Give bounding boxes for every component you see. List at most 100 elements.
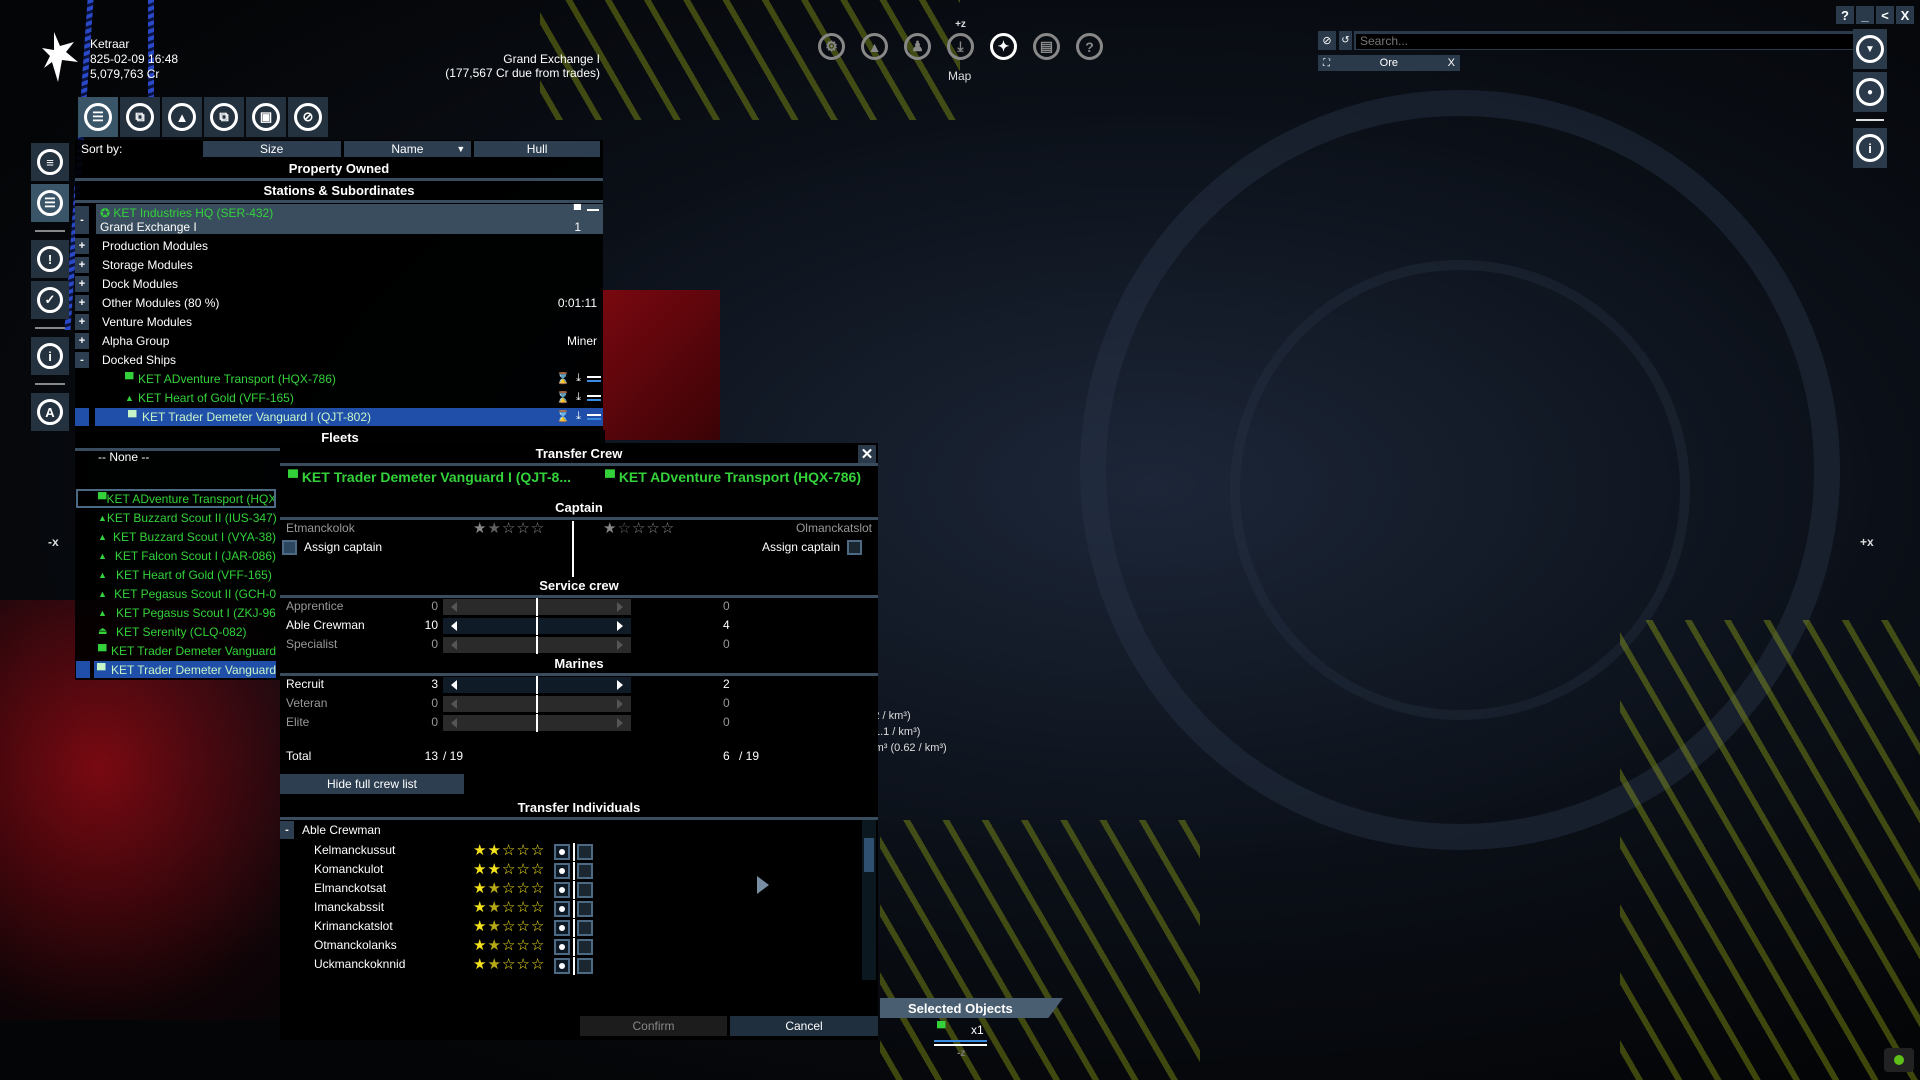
tab-property-owned[interactable]: ☰	[78, 97, 118, 137]
radio-left[interactable]	[554, 958, 570, 974]
reset-filter-button[interactable]: ↺	[1339, 31, 1352, 50]
fleet-ship-row[interactable]: ▀KET ADventure Transport (HQX-786)	[76, 489, 276, 508]
group-row[interactable]: + Dock Modules	[75, 274, 603, 293]
docked-ship-row[interactable]: ▲ KET Heart of Gold (VFF-165) ⌛ ⤓	[75, 388, 603, 407]
close-dialog-button[interactable]: ✕	[858, 445, 876, 463]
fleet-ship-row[interactable]: ▀ KET Trader Demeter Vanguard	[76, 641, 276, 660]
docked-ship-row-selected[interactable]: ▀ KET Trader Demeter Vanguard I (QJT-802…	[75, 407, 603, 426]
group-row[interactable]: + Venture Modules	[75, 312, 603, 331]
top-menu-gear[interactable]: ⚙	[818, 33, 845, 60]
crew-slider[interactable]	[443, 695, 631, 713]
close-button[interactable]: X	[1896, 6, 1914, 24]
group-row[interactable]: + Other Modules (80 %) 0:01:11	[75, 293, 603, 312]
crew-slider[interactable]	[443, 617, 631, 635]
crew-group-row[interactable]: - Able Crewman	[280, 821, 878, 839]
sidebar-property-button[interactable]: ☰	[31, 184, 69, 222]
tab-satellites[interactable]: ⊘	[288, 97, 328, 137]
crew-individual-row[interactable]: Elmanckotsat ★★☆☆☆	[280, 880, 860, 900]
top-menu-player[interactable]: ♟	[904, 33, 931, 60]
crew-individual-row[interactable]: Uckmanckoknnid ★★☆☆☆	[280, 956, 860, 976]
expand-toggle[interactable]: +	[75, 237, 89, 254]
fleet-ship-row[interactable]: ▲ KET Heart of Gold (VFF-165)	[76, 565, 276, 584]
radio-right[interactable]	[577, 844, 593, 860]
group-row[interactable]: + Alpha Group Miner	[75, 331, 603, 350]
radio-right[interactable]	[577, 939, 593, 955]
info-button[interactable]: i	[1853, 128, 1887, 168]
assign-captain-right-checkbox[interactable]	[847, 540, 862, 555]
radio-left[interactable]	[554, 882, 570, 898]
radio-right[interactable]	[577, 882, 593, 898]
radio-right[interactable]	[577, 863, 593, 879]
status-indicator[interactable]	[1884, 1048, 1914, 1072]
group-row[interactable]: - Docked Ships	[75, 350, 603, 369]
group-row[interactable]: + Storage Modules	[75, 255, 603, 274]
minimize-button[interactable]: _	[1856, 6, 1874, 24]
radio-left[interactable]	[554, 901, 570, 917]
collapse-toggle[interactable]: -	[75, 206, 89, 234]
sidebar-plot-button[interactable]: A	[31, 393, 69, 431]
top-menu-dock[interactable]: ⤓ +z	[947, 19, 974, 60]
crew-individual-row[interactable]: Krimanckatslot ★★☆☆☆	[280, 918, 860, 938]
radio-right[interactable]	[577, 901, 593, 917]
tab-hierarchy[interactable]: ⧉	[120, 97, 160, 137]
radio-right[interactable]	[577, 920, 593, 936]
help-button[interactable]: ?	[1836, 6, 1854, 24]
scrollbar-thumb[interactable]	[864, 838, 874, 872]
assign-captain-left-checkbox[interactable]	[282, 540, 297, 555]
fleet-ship-row[interactable]: ▲ KET Buzzard Scout II (IUS-347)	[76, 508, 276, 527]
crew-list-scrollbar[interactable]	[862, 820, 876, 980]
confirm-button[interactable]: Confirm	[580, 1016, 727, 1036]
radio-left[interactable]	[554, 920, 570, 936]
search-input[interactable]	[1356, 33, 1874, 49]
top-menu-research[interactable]: ▲	[861, 33, 888, 60]
back-button[interactable]: <	[1876, 6, 1894, 24]
crew-slider[interactable]	[443, 636, 631, 654]
fleet-ship-row[interactable]: ▲ KET Pegasus Scout II (GCH-0	[76, 584, 276, 603]
radio-left[interactable]	[554, 939, 570, 955]
hide-objects-button[interactable]: ⊘	[1318, 31, 1336, 50]
sort-hull-button[interactable]: Hull	[474, 141, 600, 157]
radio-left[interactable]	[554, 844, 570, 860]
waypoint-button[interactable]: ●	[1853, 72, 1887, 112]
tab-cargo[interactable]: ▣	[246, 97, 286, 137]
sidebar-missions-button[interactable]: ✓	[31, 281, 69, 319]
radio-left[interactable]	[554, 863, 570, 879]
fleet-ship-row[interactable]: ▲ KET Buzzard Scout I (VYA-38)	[76, 527, 276, 546]
expand-toggle[interactable]: +	[75, 275, 89, 292]
fleet-ship-row[interactable]: ▲ KET Falcon Scout I (JAR-086)	[76, 546, 276, 565]
collapse-toggle[interactable]: -	[75, 351, 89, 368]
cancel-button[interactable]: Cancel	[730, 1016, 878, 1036]
crew-slider[interactable]	[443, 598, 631, 616]
crew-slider[interactable]	[443, 714, 631, 732]
docked-ship-row[interactable]: ▀ KET ADventure Transport (HQX-786) ⌛ ⤓	[75, 369, 603, 388]
expand-toggle[interactable]: +	[75, 294, 89, 311]
selected-objects-entry[interactable]: ▀ x1	[934, 1020, 989, 1046]
remove-filter-button[interactable]: X	[1448, 57, 1455, 69]
tab-factions[interactable]: ▲	[162, 97, 202, 137]
sort-size-button[interactable]: Size	[202, 141, 341, 157]
expand-toggle[interactable]: +	[75, 313, 89, 330]
fleet-ship-row-selected[interactable]: ▀ KET Trader Demeter Vanguard	[76, 660, 276, 679]
expand-toggle[interactable]: +	[75, 256, 89, 273]
top-menu-map[interactable]: ✦	[990, 33, 1017, 60]
hide-crew-list-button[interactable]: Hide full crew list	[280, 774, 464, 794]
sidebar-info-button[interactable]: i	[31, 337, 69, 375]
crew-individual-row[interactable]: Komanckulot ★★☆☆☆	[280, 861, 860, 881]
crew-individual-row[interactable]: Kelmanckussut ★★☆☆☆	[280, 842, 860, 862]
expand-toggle[interactable]: +	[75, 332, 89, 349]
group-row[interactable]: + Production Modules	[75, 236, 603, 255]
sidebar-menu-button[interactable]: ≡	[31, 143, 69, 181]
top-menu-encyclopedia[interactable]: ▤	[1033, 33, 1060, 60]
crew-individual-row[interactable]: Imanckabssit ★★☆☆☆	[280, 899, 860, 919]
sidebar-alerts-button[interactable]: !	[31, 240, 69, 278]
sort-name-button[interactable]: Name ▼	[343, 141, 472, 157]
tab-unassigned[interactable]: ⧉	[204, 97, 244, 137]
fleet-ship-row[interactable]: ⏏ KET Serenity (CLQ-082)	[76, 622, 276, 641]
fleet-ship-row[interactable]: ▲ KET Pegasus Scout I (ZKJ-96	[76, 603, 276, 622]
collapse-toggle[interactable]: -	[280, 821, 294, 839]
crew-slider[interactable]	[443, 676, 631, 694]
top-menu-help[interactable]: ?	[1076, 33, 1103, 60]
filter-button[interactable]: ▼	[1853, 29, 1887, 69]
crew-individual-row[interactable]: Otmanckolanks ★★☆☆☆	[280, 937, 860, 957]
radio-right[interactable]	[577, 958, 593, 974]
